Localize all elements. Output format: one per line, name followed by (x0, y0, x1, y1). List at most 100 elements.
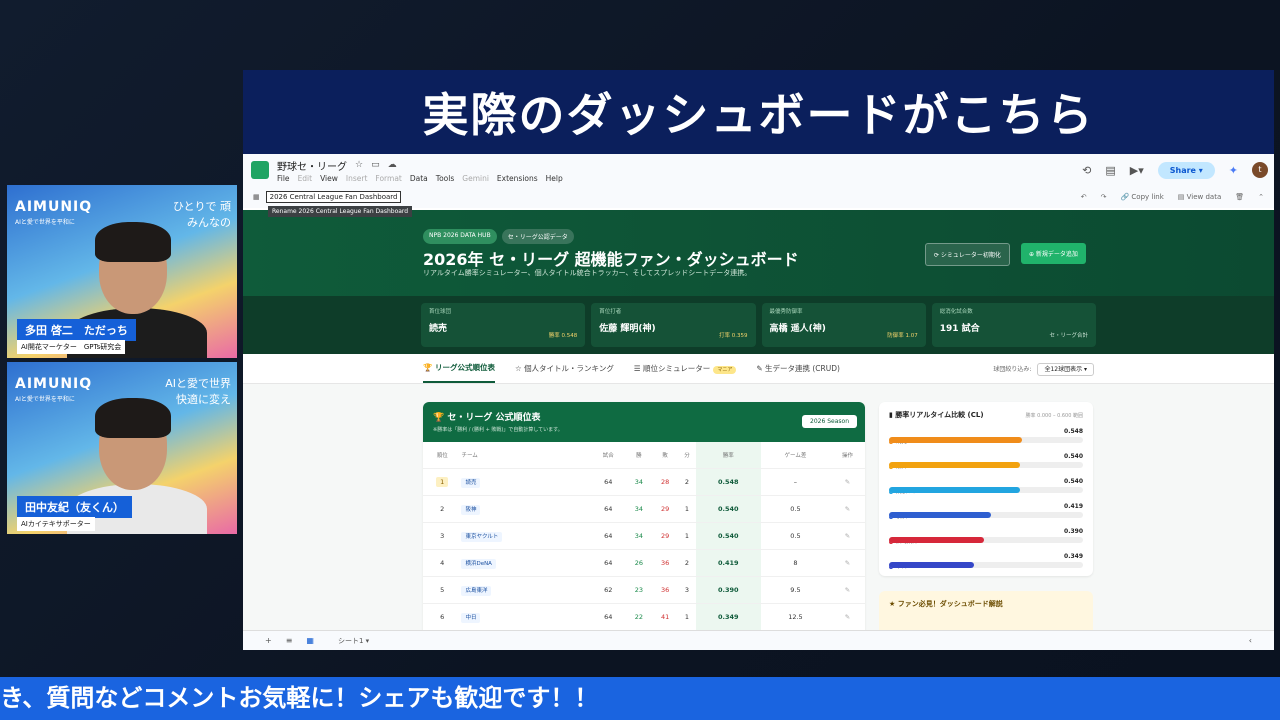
tip-title: ★ ファン必見！ダッシュボード解説 (889, 600, 1003, 608)
view-data-button[interactable]: ▤ View data (1178, 193, 1221, 201)
dashboard-content: 🏆 セ・リーグ 公式順位表 ※勝率は「勝利 / (勝利 + 敗戦)」で自動計算し… (243, 384, 1274, 630)
bar-row: 中日0.349 (889, 553, 1083, 570)
bar-fill (889, 462, 1020, 468)
menu-view[interactable]: View (320, 174, 338, 183)
bar-fill (889, 487, 1020, 493)
cloud-icon[interactable]: ☁ (388, 160, 397, 170)
stat-card: 総消化試合数 191 試合 セ・リーグ合計 (931, 303, 1096, 347)
delete-icon[interactable]: 🗑 (1235, 193, 1244, 201)
stat-card: 首位打者 佐藤 輝明(神) 打率 0.359 (591, 303, 756, 347)
menu-tools[interactable]: Tools (436, 174, 454, 183)
tab-standings[interactable]: 🏆 リーグ公式順位表 (423, 354, 495, 383)
comment-icon[interactable]: ▤ (1105, 164, 1115, 177)
table-icon[interactable]: ▦ (306, 636, 314, 645)
add-sheet-icon[interactable]: + (265, 636, 272, 645)
dashboard-title: 2026年 セ・リーグ 超機能ファン・ダッシュボード (423, 250, 799, 269)
menu-data[interactable]: Data (410, 174, 428, 183)
sheet-tab[interactable]: シート1 ▾ (338, 636, 369, 646)
edit-icon[interactable]: ✎ (830, 548, 865, 576)
team-filter: 球団絞り込み: 全12球団表示 ▾ (993, 363, 1094, 376)
toolbar-right: ↶ ↷ 🔗 Copy link ▤ View data 🗑 ⌃ (1081, 193, 1264, 201)
tab-raw-data[interactable]: ✎ 生データ連携 (CRUD) (756, 363, 840, 374)
bar-value: 0.419 (1064, 503, 1083, 510)
menu-help[interactable]: Help (546, 174, 563, 183)
standings-note: ※勝率は「勝利 / (勝利 + 敗戦)」で自動計算しています。 (433, 427, 563, 433)
bar-fill (889, 562, 974, 568)
edit-icon[interactable]: ✎ (830, 575, 865, 603)
menu-gemini[interactable]: Gemini (462, 174, 489, 183)
season-badge: 2026 Season (802, 415, 857, 428)
bar-value: 0.548 (1064, 428, 1083, 435)
bar-fill (889, 437, 1022, 443)
share-button[interactable]: Share ▾ (1157, 161, 1215, 179)
copy-link-button[interactable]: 🔗 Copy link (1120, 193, 1163, 201)
history-icon[interactable]: ⟲ (1082, 164, 1091, 177)
edit-icon[interactable]: ✎ (830, 602, 865, 630)
official-data-chip: セ・リーグ公認データ (501, 229, 574, 244)
comment-ticker: き、質問などコメントお気軽に！シェアも歓迎です！！ (0, 677, 1280, 720)
brand-subtitle: AIと愛で世界を平和に (15, 396, 75, 403)
dashboard-tabs: 🏆 リーグ公式順位表 ☆ 個人タイトル・ランキング ☰ 順位シミュレーター マニア… (243, 354, 1274, 384)
all-sheets-icon[interactable]: ≡ (286, 636, 293, 645)
video-call-icon[interactable]: ▶▾ (1130, 164, 1144, 177)
avatar[interactable]: t (1252, 162, 1268, 178)
data-hub-chip: NPB 2026 DATA HUB (423, 229, 497, 244)
bar-fill (889, 512, 991, 518)
sheets-logo-icon[interactable] (251, 161, 269, 179)
presenter-name: 多田 啓二 ただっち (17, 319, 136, 341)
stat-card: 最優秀防御率 高橋 遥人(神) 防御率 1.07 (761, 303, 926, 347)
menu-format[interactable]: Format (375, 174, 401, 183)
toolbar: ▦ 2026 Central League Fan Dashboard ↶ ↷ … (243, 186, 1274, 208)
star-icon[interactable]: ☆ (355, 160, 363, 170)
edit-icon[interactable]: ✎ (830, 467, 865, 495)
dashboard-canvas: NPB 2026 DATA HUB セ・リーグ公認データ 2026年 セ・リーグ… (243, 210, 1274, 630)
bar-row: 広島東洋0.390 (889, 528, 1083, 545)
bar-value: 0.540 (1064, 478, 1083, 485)
bar-value: 0.390 (1064, 528, 1083, 535)
standings-card: 🏆 セ・リーグ 公式順位表 ※勝率は「勝利 / (勝利 + 敗戦)」で自動計算し… (423, 402, 865, 630)
webcam-panel-2: AIMUNIQ AIと愛で世界を平和に AIと愛で世界 快適に変え 田中友紀（友く… (7, 362, 237, 534)
table-name-input[interactable]: 2026 Central League Fan Dashboard (265, 191, 402, 203)
bar-fill (889, 537, 984, 543)
screen-share-frame: 実際のダッシュボードがこちら 野球セ・リーグ ☆ ▭ ☁ File Edit V… (243, 70, 1274, 650)
bar-row: 読売0.548 (889, 428, 1083, 445)
stat-card: 首位球団 読売 勝率 0.548 (421, 303, 586, 347)
table-row: 2 阪神 64 34 29 1 0.540 0.5 ✎ (423, 494, 865, 522)
table-icon[interactable]: ▦ (253, 193, 260, 201)
bar-row: 阪神0.540 (889, 453, 1083, 470)
tab-titles[interactable]: ☆ 個人タイトル・ランキング (515, 363, 614, 374)
edit-icon[interactable]: ✎ (830, 521, 865, 549)
folder-icon[interactable]: ▭ (371, 160, 380, 170)
collapse-icon[interactable]: ⌃ (1258, 193, 1264, 201)
stats-row: 首位球団 読売 勝率 0.548 首位打者 佐藤 輝明(神) 打率 0.359 … (243, 296, 1274, 354)
undo-icon[interactable]: ↶ (1081, 193, 1087, 201)
redo-icon[interactable]: ↷ (1101, 193, 1107, 201)
add-data-button[interactable]: ⊕ 新規データ追加 (1021, 243, 1086, 264)
tab-simulator[interactable]: ☰ 順位シミュレーター マニア (634, 363, 737, 374)
menu-file[interactable]: File (277, 174, 290, 183)
chart-range: 勝率 0.000 – 0.600 範囲 (1025, 413, 1084, 419)
menu-edit[interactable]: Edit (298, 174, 313, 183)
slide-title: 実際のダッシュボードがこちら (243, 70, 1274, 154)
tip-card: ★ ファン必見！ダッシュボード解説 (879, 591, 1093, 630)
table-row: 5 広島東洋 62 23 36 3 0.390 9.5 ✎ (423, 575, 865, 603)
menu-insert[interactable]: Insert (346, 174, 368, 183)
hero-banner: NPB 2026 DATA HUB セ・リーグ公認データ 2026年 セ・リーグ… (243, 210, 1274, 296)
menu-extensions[interactable]: Extensions (497, 174, 538, 183)
document-title[interactable]: 野球セ・リーグ (277, 158, 347, 173)
chevron-left-icon[interactable]: ‹ (1249, 636, 1252, 645)
presenter-role: AI開花マーケター GPTs研究会 (17, 340, 126, 354)
standings-title: 🏆 セ・リーグ 公式順位表 (433, 413, 541, 423)
sheets-header: 野球セ・リーグ ☆ ▭ ☁ File Edit View Insert Form… (243, 154, 1274, 186)
edit-icon[interactable]: ✎ (830, 494, 865, 522)
standings-table: 順位 チーム 試合 勝 敗 分 勝率 ゲーム差 操作 1 読売 64 34 28… (423, 442, 865, 630)
table-row: 1 読売 64 34 28 2 0.548 – ✎ (423, 467, 865, 495)
reset-simulator-button[interactable]: ⟳ シミュレーター初期化 (925, 243, 1010, 266)
gemini-icon[interactable]: ✦ (1229, 164, 1238, 177)
team-filter-select[interactable]: 全12球団表示 ▾ (1037, 363, 1094, 376)
header-actions: ⟲ ▤ ▶▾ Share ▾ ✦ t (1082, 161, 1268, 179)
presenter-role: AIカイテキサポーター (17, 517, 95, 531)
dashboard-subtitle: リアルタイム勝率シミュレーター、個人タイトル統合トラッカー、そしてスプレッドシー… (423, 269, 752, 277)
menu-bar: File Edit View Insert Format Data Tools … (277, 174, 563, 183)
brand-subtitle: AIと愛で世界を平和に (15, 219, 75, 226)
